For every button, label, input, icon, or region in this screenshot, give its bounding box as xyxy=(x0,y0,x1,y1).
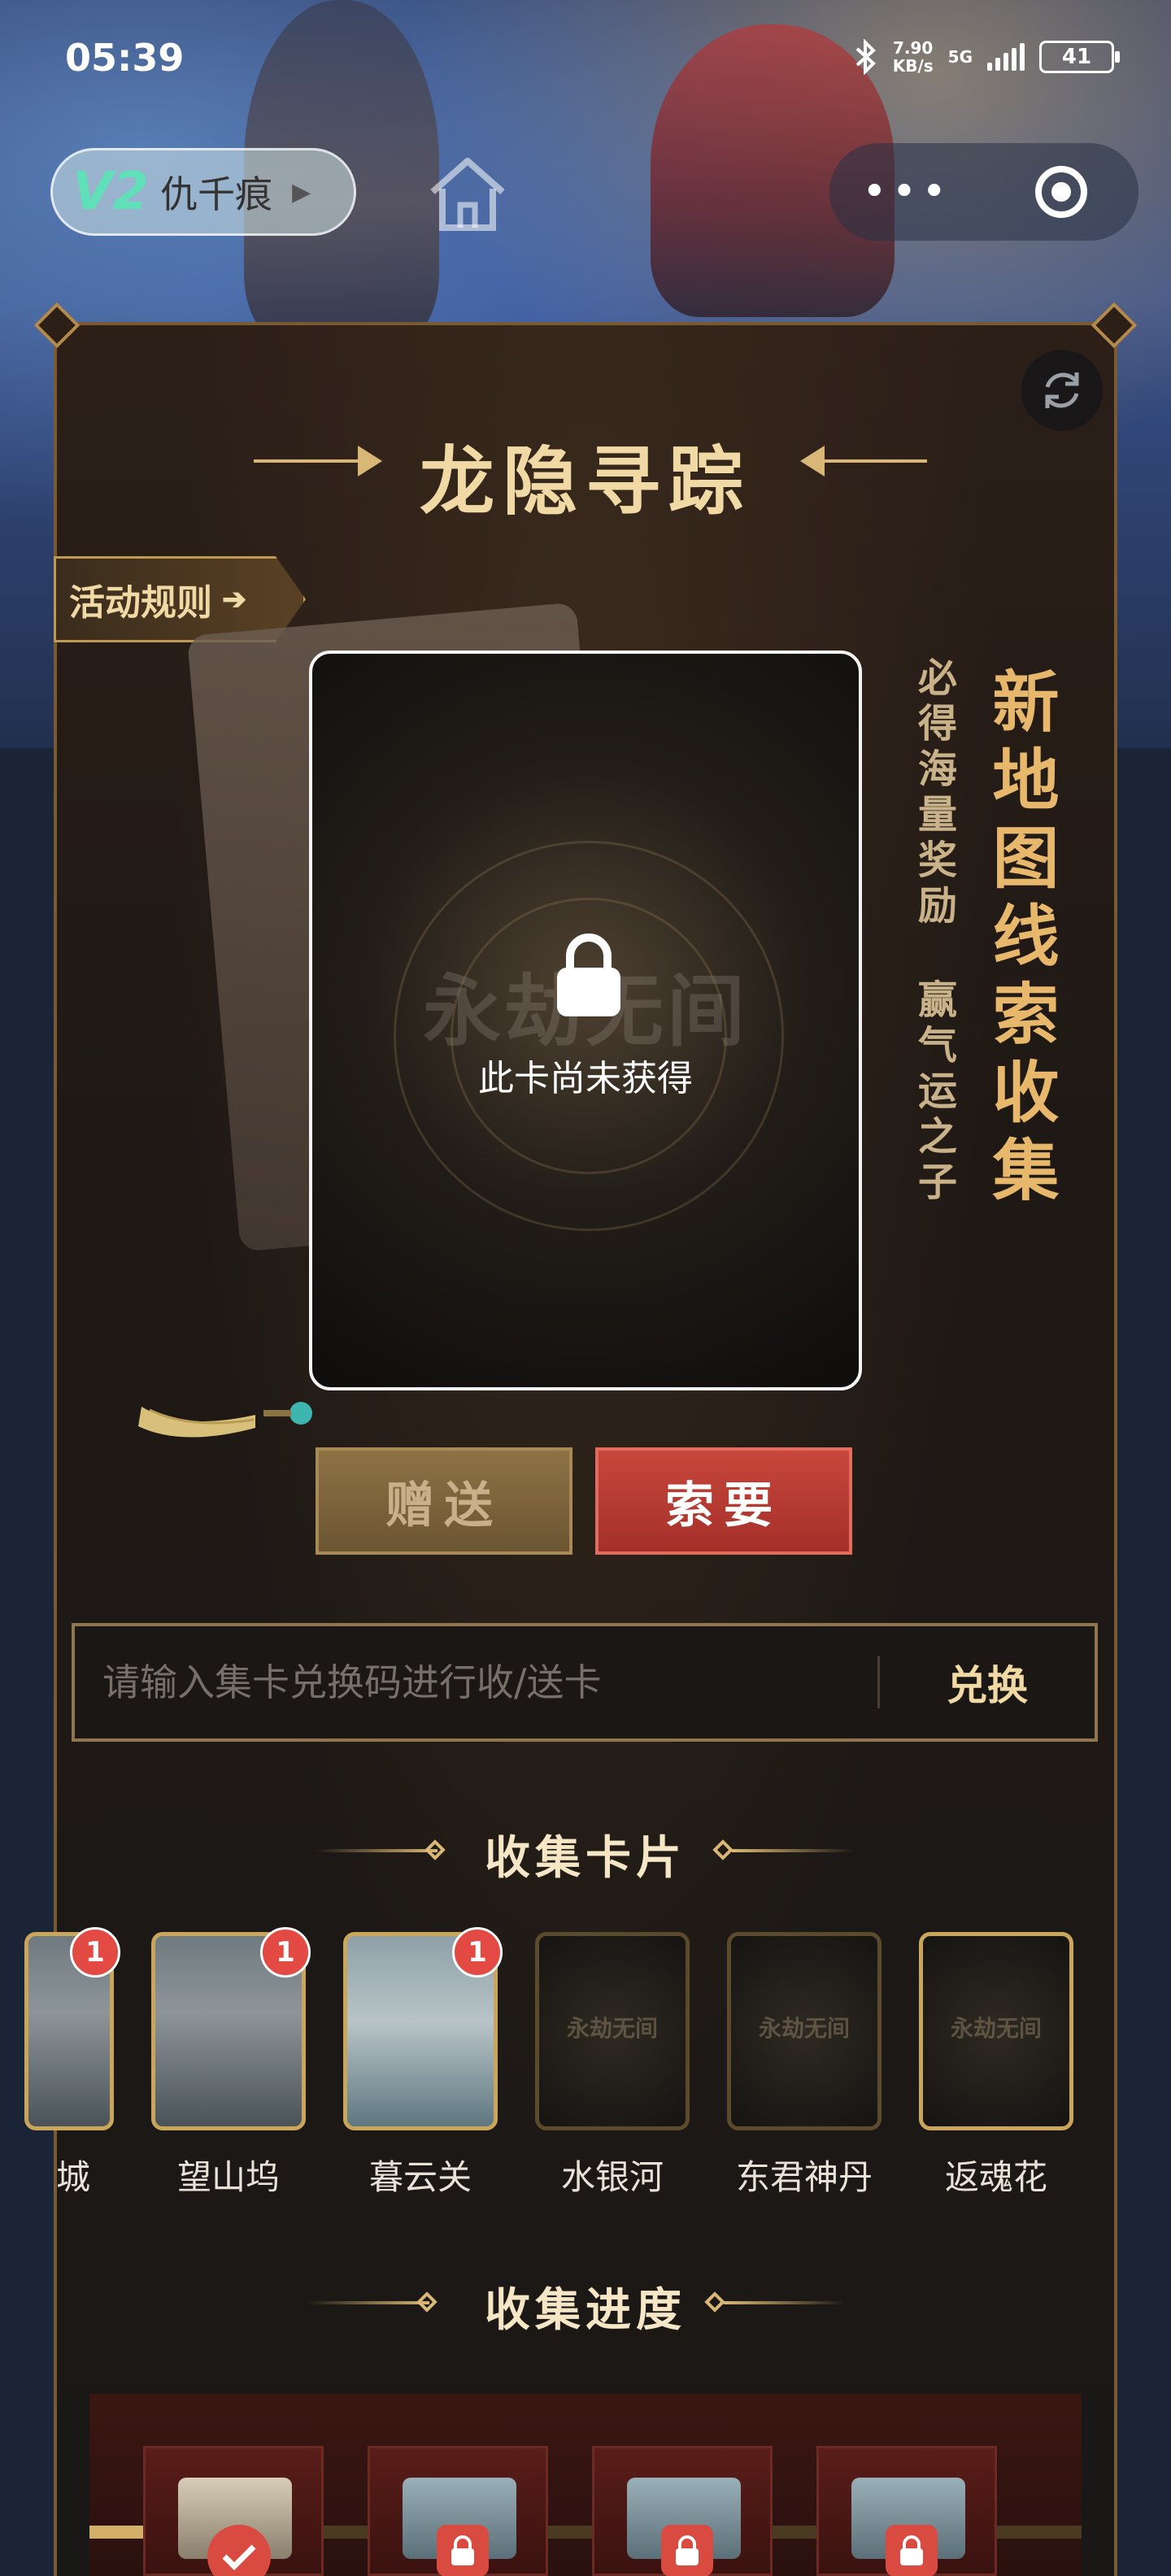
arrow-right-icon: ➔ xyxy=(222,582,247,616)
card-label: 暮云关 xyxy=(368,2157,472,2197)
net-speed: 7.90 KB/s xyxy=(892,38,934,76)
lock-icon xyxy=(661,2525,713,2576)
request-button[interactable]: 索要 xyxy=(595,1447,852,1555)
redeem-button[interactable]: 兑换 xyxy=(880,1653,1095,1712)
refresh-button[interactable] xyxy=(1021,350,1103,431)
locked-card[interactable]: 永劫无间 此卡尚未获得 xyxy=(309,651,862,1390)
bluetooth-icon xyxy=(855,39,876,75)
card-watermark: 永劫无间 xyxy=(566,2015,658,2042)
card-count-badge: 1 xyxy=(70,1927,120,1978)
battery-icon: 41 xyxy=(1039,41,1120,73)
redeem-box: 兑换 xyxy=(72,1623,1098,1742)
section-ornament-right xyxy=(724,2301,846,2304)
slogan-small: 必得海量奖励赢气运之子 xyxy=(911,657,956,1207)
reward-chest[interactable] xyxy=(592,2446,773,2576)
card-thumbnail[interactable]: 永劫无间 xyxy=(535,1932,690,2130)
activity-rules-label: 活动规则 xyxy=(69,582,212,624)
more-options-icon[interactable]: ••• xyxy=(829,168,984,216)
page-title: 龙隐寻踪 xyxy=(419,437,751,525)
lock-icon xyxy=(437,2525,489,2576)
card-label: 望山坞 xyxy=(176,2157,280,2197)
tassel-decoration xyxy=(138,1402,312,1438)
card-thumbnail-selected[interactable]: 永劫无间 xyxy=(919,1932,1073,2130)
reward-chest[interactable] xyxy=(816,2446,997,2576)
vip-level-badge: V2 xyxy=(72,162,150,222)
refresh-icon xyxy=(1045,372,1079,408)
reward-chest[interactable] xyxy=(368,2446,548,2576)
card-lock-text: 此卡尚未获得 xyxy=(478,1058,693,1099)
section-ornament-right xyxy=(732,1849,854,1852)
gift-button[interactable]: 赠送 xyxy=(316,1447,572,1555)
user-name: 仇千痕 xyxy=(160,172,273,216)
card-watermark: 永劫无间 xyxy=(950,2015,1042,2042)
card-label: 返魂花 xyxy=(944,2157,1047,2197)
status-indicators: 7.90 KB/s 5G 41 xyxy=(854,38,1120,76)
network-type: 5G xyxy=(947,47,973,67)
card-thumbnail[interactable]: 永劫无间 xyxy=(727,1932,882,2130)
lock-icon xyxy=(886,2525,938,2576)
collect-cards-title: 收集卡片 xyxy=(485,1831,686,1885)
lock-icon xyxy=(557,933,620,1016)
redeem-code-input[interactable] xyxy=(75,1626,877,1738)
card-label: 东君神丹 xyxy=(735,2157,873,2197)
target-icon xyxy=(1035,166,1087,218)
status-time: 05:39 xyxy=(65,36,185,80)
reward-chest[interactable] xyxy=(143,2446,324,2576)
card-label: 城 xyxy=(55,2157,90,2197)
chevron-right-icon: ▶ xyxy=(292,177,311,207)
card-watermark: 永劫无间 xyxy=(758,2015,850,2042)
signal-icon xyxy=(987,43,1025,71)
collect-progress-title: 收集进度 xyxy=(485,2283,686,2337)
card-label: 水银河 xyxy=(560,2157,664,2197)
card-count-badge: 1 xyxy=(260,1927,311,1978)
close-miniapp-button[interactable] xyxy=(984,166,1138,218)
slogan-big: 新地图线索收集 xyxy=(981,667,1059,1213)
home-icon[interactable] xyxy=(423,153,512,234)
miniapp-capsule: ••• xyxy=(829,143,1138,241)
title-ornament-right xyxy=(813,459,927,463)
card-count-badge: 1 xyxy=(452,1927,503,1978)
user-profile-pill[interactable]: V2 仇千痕 ▶ xyxy=(50,148,356,236)
